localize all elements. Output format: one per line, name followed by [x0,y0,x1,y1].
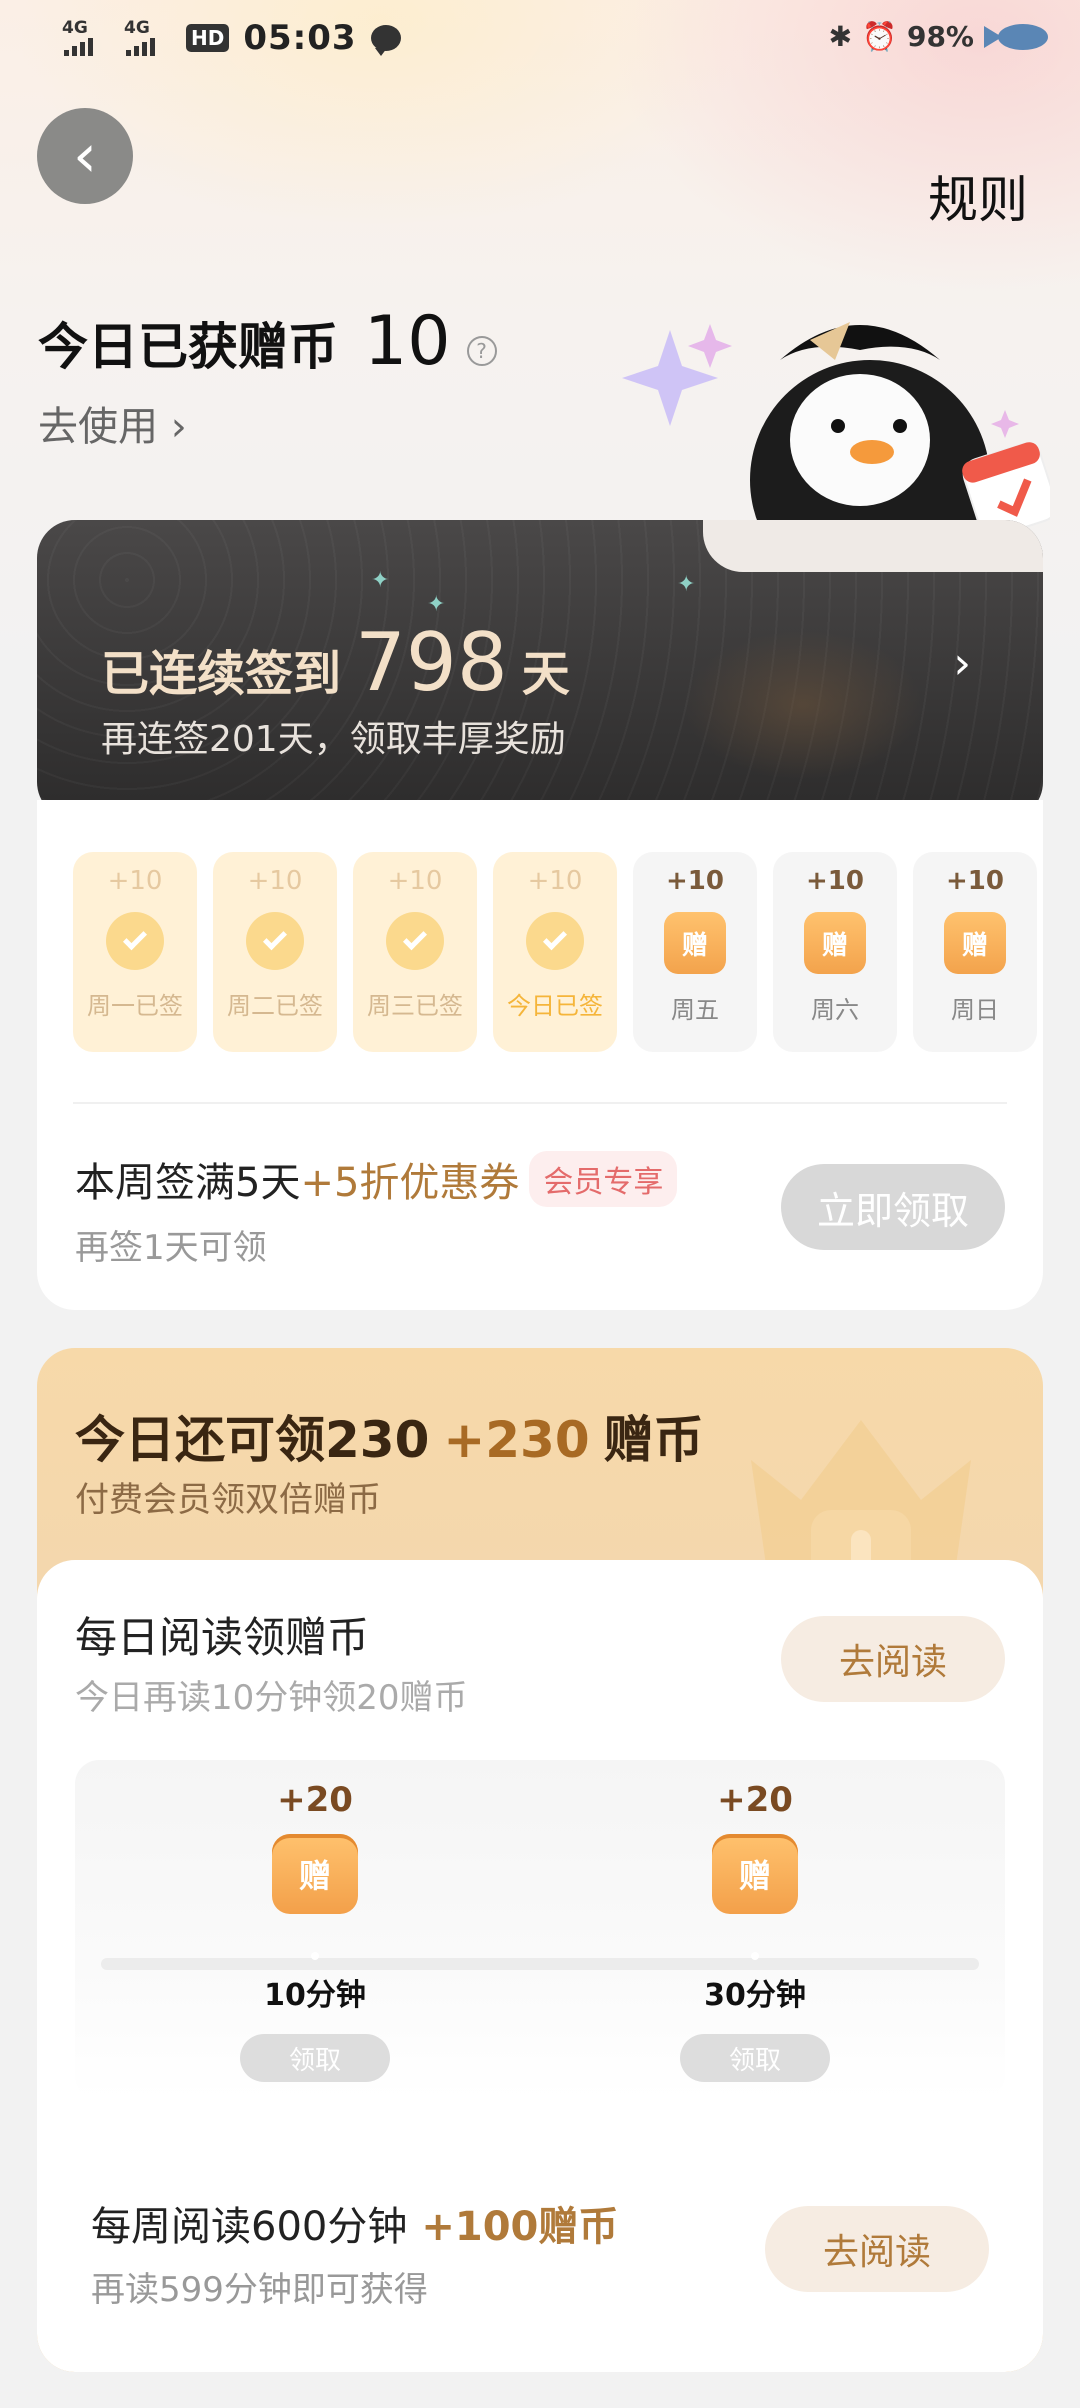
vip-only-badge: 会员专享 [529,1151,678,1207]
network-type: 4G [62,18,88,38]
day-reward: +10 [387,866,443,896]
day-label: 周一已签 [87,992,183,1020]
sparkle-icon: ✦ [371,568,390,593]
chevron-right-icon: › [953,638,971,689]
day-cell-sun: +10 赠 周日 [913,852,1037,1052]
claim-button[interactable]: 领取 [240,2034,390,2082]
network-type: 4G [124,18,150,38]
rules-link[interactable]: 规则 [928,160,1028,232]
daily-coins-card: 今日还可领230 +230 赠币 付费会员领双倍赠币 每日阅读领赠币 今日再读1… [37,1348,1043,2372]
day-reward: +10 [247,866,303,896]
chevron-left-icon: ‹ [73,121,97,191]
go-read-button[interactable]: 去阅读 [781,1616,1005,1702]
day-cell-sat: +10 赠 周六 [773,852,897,1052]
today-coins-label: 今日已获赠币 [38,318,338,376]
day-label: 周五 [671,996,719,1024]
weekday-list: +10 周一已签 +10 周二已签 +10 周三已签 +10 今日已签 +10 … [73,852,1037,1052]
alarm-icon: ⏰ [862,20,897,53]
day-reward: +10 [666,866,724,896]
daily-title-bonus: +230 [443,1411,590,1469]
fish-icon [984,22,1050,52]
sparkle-icon: ✦ [427,592,446,617]
back-button[interactable]: ‹ [37,108,133,204]
streak-days: 798 [355,616,508,709]
daily-reading-title: 每日阅读领赠币 [75,1613,370,1662]
divider [73,1102,1007,1104]
streak-card[interactable]: ✦ ✦ ✦ 已连续签到 798 天 再连签201天，领取丰厚奖励 › [37,520,1043,820]
battery-level: 98% [906,20,974,53]
today-coins-value: 10 [364,302,451,381]
check-icon [386,912,444,970]
day-cell-today: +10 今日已签 [493,852,617,1052]
check-icon [246,912,304,970]
reading-progress: +20 赠 10分钟 领取 +20 赠 30分钟 领取 [75,1760,1005,2100]
status-time: 05:03 [243,18,357,58]
gift-coin-icon: 赠 [804,912,866,974]
signal-icon: 4G [62,18,110,58]
day-cell-mon: +10 周一已签 [73,852,197,1052]
signal-icon: 4G [124,18,172,58]
go-read-button-weekly[interactable]: 去阅读 [765,2206,989,2292]
today-coins: 今日已获赠币 10 ? [38,302,497,381]
day-cell-fri: +10 赠 周五 [633,852,757,1052]
status-bar: 4G 4G HD 05:03 ✱ ⏰ 98% [0,0,1080,80]
weekly-reading-subtitle: 再读599分钟即可获得 [91,2270,428,2310]
progress-dot [751,1952,759,1960]
coupon-subtitle: 再签1天可领 [75,1228,267,1268]
check-icon [526,912,584,970]
gift-coin-icon: 赠 [712,1834,798,1914]
day-cell-wed: +10 周三已签 [353,852,477,1052]
sparkle-icon: ✦ [677,572,696,597]
day-label: 周二已签 [227,992,323,1020]
weekly-reading-text: 每周阅读600分钟 [91,2204,408,2250]
streak-count: 已连续签到 798 天 [101,616,570,709]
milestone-time: 30分钟 [704,1978,806,2013]
day-label: 今日已签 [507,992,603,1020]
day-label: 周六 [811,996,859,1024]
claim-button[interactable]: 领取 [680,2034,830,2082]
gift-coin-icon: 赠 [944,912,1006,974]
day-reward: +10 [107,866,163,896]
go-use-link[interactable]: 去使用 › [38,394,187,452]
daily-title-text: 今日还可领230 [75,1411,430,1469]
streak-subtitle: 再连签201天，领取丰厚奖励 [101,719,566,760]
milestone-reward: +20 [277,1780,353,1820]
progress-dot [311,1952,319,1960]
help-icon[interactable]: ? [466,336,497,366]
weekly-reading-title: 每周阅读600分钟 +100赠币 [91,2194,618,2252]
streak-suffix: 天 [521,646,570,702]
coupon-reward: +5折优惠券 [300,1160,520,1206]
milestone-reward: +20 [717,1780,793,1820]
coupon-title-text: 本周签满5天 [75,1160,301,1206]
day-label: 周三已签 [367,992,463,1020]
hd-badge: HD [186,24,230,52]
milestone-10min: +20 赠 10分钟 领取 [230,1760,400,2082]
claim-coupon-button[interactable]: 立即领取 [781,1164,1005,1250]
milestone-30min: +20 赠 30分钟 领取 [670,1760,840,2082]
weekly-coupon-title: 本周签满5天 +5折优惠券 会员专享 [75,1150,678,1208]
gift-coin-icon: 赠 [272,1834,358,1914]
gift-coin-icon: 赠 [664,912,726,974]
weekly-checkin-panel: +10 周一已签 +10 周二已签 +10 周三已签 +10 今日已签 +10 … [37,800,1043,1310]
check-icon [106,912,164,970]
day-reward: +10 [527,866,583,896]
daily-subtitle: 付费会员领双倍赠币 [75,1480,381,1520]
bluetooth-icon: ✱ [828,20,853,53]
daily-title-unit: 赠币 [603,1411,704,1469]
weekly-reading-reward: +100赠币 [421,2204,619,2250]
day-label: 周日 [951,996,999,1024]
day-reward: +10 [806,866,864,896]
streak-prefix: 已连续签到 [101,646,342,702]
milestone-time: 10分钟 [264,1978,366,2013]
chat-icon [370,25,401,56]
day-cell-tue: +10 周二已签 [213,852,337,1052]
daily-coins-title: 今日还可领230 +230 赠币 [75,1400,704,1472]
day-reward: +10 [946,866,1004,896]
reading-tasks: 每日阅读领赠币 今日再读10分钟领20赠币 去阅读 +20 赠 10分钟 领取 … [37,1560,1043,2372]
daily-reading-subtitle: 今日再读10分钟领20赠币 [75,1678,468,1718]
